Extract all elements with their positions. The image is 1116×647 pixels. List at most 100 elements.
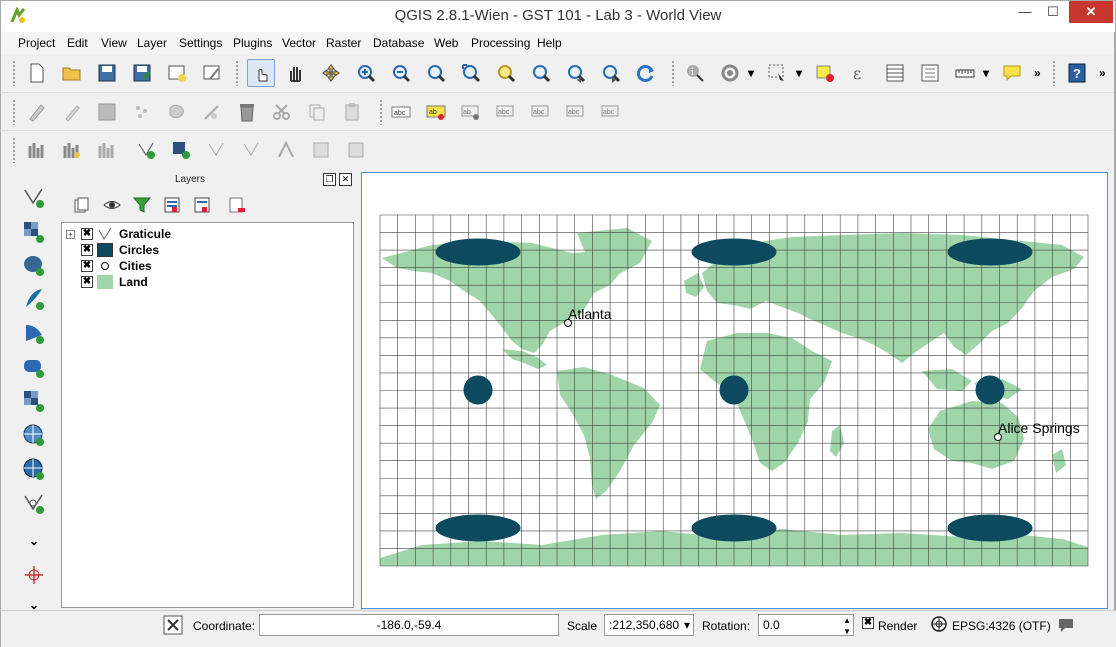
current-edits-icon[interactable] — [23, 98, 51, 126]
new-shapefile-layer-icon[interactable] — [132, 136, 160, 164]
toolbar-grip[interactable] — [235, 60, 239, 86]
move-feature-icon[interactable] — [163, 98, 191, 126]
run-feature-action-icon[interactable] — [716, 59, 744, 87]
toggle-editing-icon[interactable] — [58, 98, 86, 126]
collapse-all-icon[interactable] — [188, 191, 216, 219]
menu-project[interactable]: Project — [18, 36, 55, 50]
raster-align-icon[interactable] — [342, 136, 370, 164]
add-feature-icon[interactable] — [128, 98, 156, 126]
copy-features-icon[interactable] — [303, 98, 331, 126]
raster-calculator-icon[interactable] — [307, 136, 335, 164]
open-project-icon[interactable] — [58, 59, 86, 87]
menu-view[interactable]: View — [101, 36, 127, 50]
remove-layer-icon[interactable] — [223, 191, 251, 219]
show-hide-labels-icon[interactable]: abc — [492, 98, 520, 126]
attribute-table-icon[interactable] — [881, 59, 909, 87]
menu-edit[interactable]: Edit — [67, 36, 88, 50]
zoom-to-selection-icon[interactable] — [492, 59, 520, 87]
layer-item-circles[interactable]: ✖ Circles — [66, 242, 159, 258]
layer-item-cities[interactable]: ✖ Cities — [66, 258, 152, 274]
float-panel-button[interactable]: ❐ — [323, 173, 336, 186]
toolbar-overflow-icon[interactable]: » — [1034, 66, 1041, 80]
save-layer-edits-icon[interactable] — [93, 98, 121, 126]
delete-selected-icon[interactable] — [233, 98, 261, 126]
menu-layer[interactable]: Layer — [137, 36, 167, 50]
toolbar-overflow-icon[interactable]: » — [1099, 66, 1106, 80]
expand-toggle[interactable]: + — [66, 229, 75, 239]
zoom-native-resolution-icon[interactable] — [422, 59, 450, 87]
menu-help[interactable]: Help — [537, 36, 562, 50]
touch-zoom-pan-icon[interactable] — [247, 59, 275, 87]
chevron-down-icon[interactable]: ▾ — [748, 66, 754, 80]
move-label-icon[interactable]: abc — [527, 98, 555, 126]
add-wcs-layer-icon[interactable] — [19, 420, 49, 450]
toolbar-grip[interactable] — [12, 99, 16, 125]
layer-visibility-checkbox[interactable]: ✖ — [81, 228, 93, 240]
add-oracle-layer-icon[interactable] — [19, 352, 49, 382]
toolbar-grip[interactable] — [379, 99, 383, 125]
map-view[interactable] — [362, 173, 1107, 608]
manage-visibility-icon[interactable] — [98, 191, 126, 219]
new-project-icon[interactable] — [23, 59, 51, 87]
map-tips-icon[interactable] — [998, 59, 1026, 87]
layer-visibility-checkbox[interactable]: ✖ — [81, 276, 93, 288]
layer-visibility-checkbox[interactable]: ✖ — [81, 244, 93, 256]
map-canvas[interactable]: Atlanta Alice Springs — [361, 172, 1108, 609]
crosshair-icon[interactable] — [19, 560, 49, 590]
zoom-next-icon[interactable] — [597, 59, 625, 87]
scale-combobox[interactable]: :212,350,680 ▾ — [604, 614, 694, 636]
minimize-button[interactable]: — — [1011, 1, 1039, 23]
menu-plugins[interactable]: Plugins — [233, 36, 272, 50]
zoom-in-icon[interactable] — [352, 59, 380, 87]
zoom-last-icon[interactable] — [562, 59, 590, 87]
full-stretch-icon[interactable] — [93, 136, 121, 164]
field-calculator-icon[interactable]: ε — [846, 59, 874, 87]
add-delimited-text-layer-icon[interactable] — [19, 488, 49, 518]
filter-legend-icon[interactable] — [128, 191, 156, 219]
render-checkbox[interactable]: ✖ — [862, 617, 874, 629]
new-print-composer-icon[interactable] — [163, 59, 191, 87]
layer-item-land[interactable]: ✖ Land — [66, 274, 148, 290]
add-spatialite-layer-icon[interactable] — [19, 284, 49, 314]
node-tool-icon[interactable] — [198, 98, 226, 126]
refresh-icon[interactable] — [632, 59, 660, 87]
toolbar-grip[interactable] — [671, 60, 675, 86]
identify-features-icon[interactable]: i — [681, 59, 709, 87]
toolbar-grip[interactable] — [12, 60, 16, 86]
statistical-summary-icon[interactable] — [916, 59, 944, 87]
save-project-icon[interactable] — [93, 59, 121, 87]
deselect-all-icon[interactable] — [811, 59, 839, 87]
edit-vector-icon[interactable] — [237, 136, 265, 164]
local-stretch-icon[interactable] — [58, 136, 86, 164]
highlight-pinned-labels-icon[interactable]: ab — [422, 98, 450, 126]
zoom-full-icon[interactable] — [457, 59, 485, 87]
close-button[interactable]: ✕ — [1069, 1, 1113, 23]
save-as-icon[interactable] — [128, 59, 156, 87]
crs-globe-icon[interactable] — [931, 616, 947, 632]
menu-settings[interactable]: Settings — [179, 36, 222, 50]
layer-item-graticule[interactable]: + ✖ Graticule — [66, 226, 171, 242]
composer-manager-icon[interactable] — [198, 59, 226, 87]
toolbar-grip[interactable] — [12, 137, 16, 163]
rotate-label-icon[interactable]: abc — [562, 98, 590, 126]
add-group-icon[interactable] — [68, 191, 96, 219]
messages-icon[interactable] — [1057, 617, 1075, 633]
pan-map-icon[interactable] — [282, 59, 310, 87]
add-vector-layer-icon[interactable] — [19, 182, 49, 212]
measure-line-icon[interactable] — [951, 59, 979, 87]
add-raster-layer-icon[interactable] — [19, 217, 49, 247]
change-label-icon[interactable]: abc — [597, 98, 625, 126]
crs-status[interactable]: EPSG:4326 (OTF) — [952, 619, 1051, 633]
coordinate-field[interactable]: -186.0,-59.4 — [259, 614, 559, 636]
cut-features-icon[interactable] — [268, 98, 296, 126]
new-temporary-layer-icon[interactable] — [202, 136, 230, 164]
zoom-out-icon[interactable] — [387, 59, 415, 87]
zoom-to-layer-icon[interactable] — [527, 59, 555, 87]
menu-processing[interactable]: Processing — [471, 36, 530, 50]
toggle-extents-icon[interactable] — [161, 613, 185, 637]
toolbar-grip[interactable] — [1052, 60, 1056, 86]
menu-vector[interactable]: Vector — [282, 36, 316, 50]
rotation-spinbox[interactable]: 0.0 ▲ ▼ — [758, 614, 854, 636]
vtoolbar-overflow-icon[interactable]: ⌄ — [19, 526, 49, 556]
chevron-down-icon[interactable]: ▾ — [796, 66, 802, 80]
